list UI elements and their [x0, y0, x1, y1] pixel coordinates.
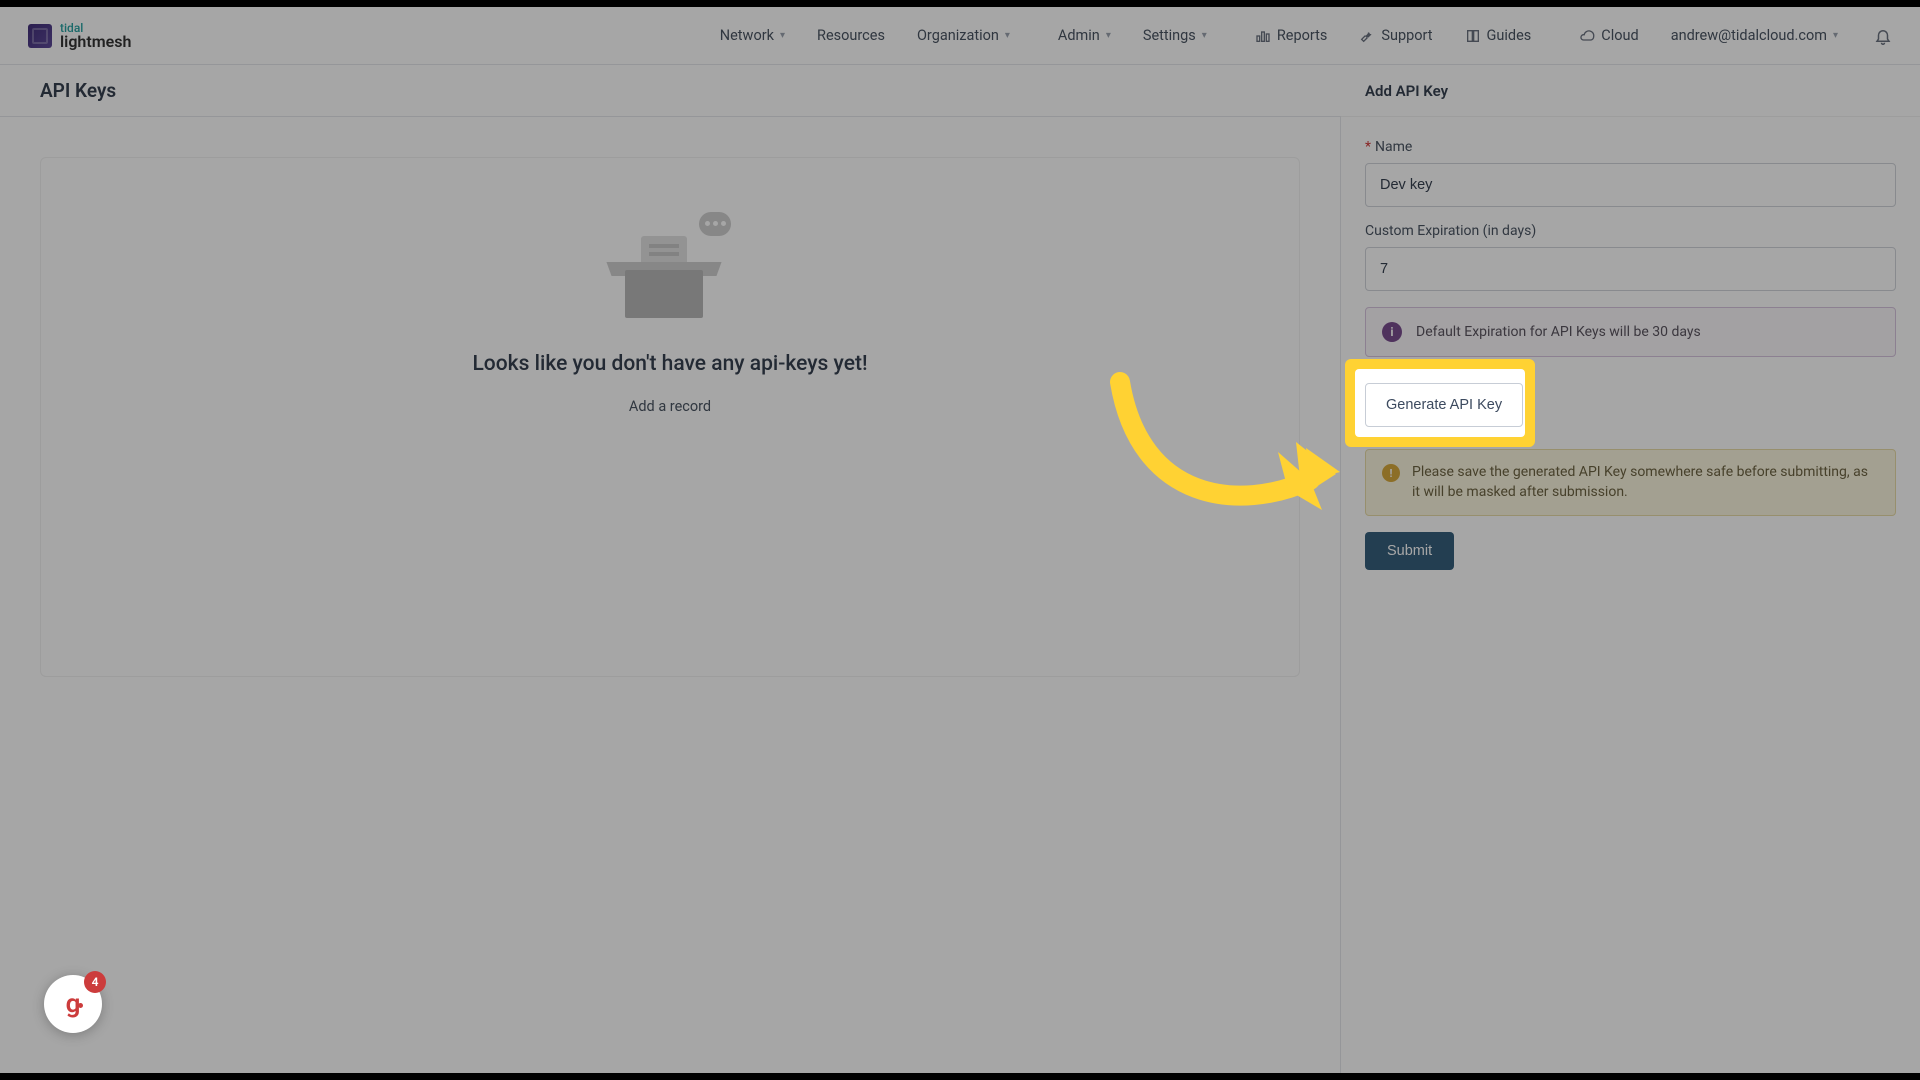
name-field-label: *Name	[1365, 139, 1896, 155]
add-record-link[interactable]: Add a record	[629, 398, 711, 415]
wrench-icon	[1359, 28, 1375, 44]
page-title: API Keys	[40, 79, 116, 102]
book-icon	[1465, 28, 1481, 44]
submit-button[interactable]: Submit	[1365, 532, 1454, 570]
top-navbar: tidal lightmesh Network ▾ Resources Orga…	[0, 7, 1920, 65]
empty-inbox-icon	[615, 218, 725, 318]
expiration-field-label: Custom Expiration (in days)	[1365, 223, 1896, 239]
cloud-icon	[1579, 28, 1595, 44]
nav-reports[interactable]: Reports	[1241, 19, 1342, 52]
empty-state-title: Looks like you don't have any api-keys y…	[472, 352, 867, 376]
nav-resources[interactable]: Resources	[803, 19, 899, 52]
warning-icon: !	[1382, 464, 1400, 482]
add-api-key-panel: Add API Key *Name Custom Expiration (in …	[1340, 117, 1920, 1073]
help-badge: 4	[84, 971, 106, 993]
empty-state-card: Looks like you don't have any api-keys y…	[40, 157, 1300, 677]
chevron-down-icon: ▾	[780, 30, 785, 41]
nav-settings[interactable]: Settings ▾	[1129, 19, 1221, 52]
bar-chart-icon	[1255, 28, 1271, 44]
nav-cloud[interactable]: Cloud	[1565, 19, 1652, 52]
expiration-input[interactable]	[1365, 247, 1896, 291]
panel-title: Add API Key	[1365, 82, 1448, 100]
name-input[interactable]	[1365, 163, 1896, 207]
chevron-down-icon: ▾	[1106, 30, 1111, 41]
save-key-warning: ! Please save the generated API Key some…	[1365, 449, 1896, 516]
primary-nav: Network ▾ Resources Organization ▾ Admin…	[706, 19, 1892, 52]
help-fab[interactable]: g 4	[44, 975, 102, 1033]
main-content: Looks like you don't have any api-keys y…	[0, 117, 1340, 1073]
nav-organization[interactable]: Organization ▾	[903, 19, 1024, 52]
chevron-down-icon: ▾	[1005, 30, 1010, 41]
bell-icon[interactable]	[1874, 27, 1892, 45]
nav-guides[interactable]: Guides	[1451, 19, 1546, 52]
chevron-down-icon: ▾	[1833, 30, 1838, 41]
nav-admin[interactable]: Admin ▾	[1044, 19, 1125, 52]
info-icon: i	[1382, 322, 1402, 342]
nav-user-menu[interactable]: andrew@tidalcloud.com ▾	[1657, 19, 1852, 52]
logo-mark-icon	[28, 24, 52, 48]
default-expiration-info: i Default Expiration for API Keys will b…	[1365, 307, 1896, 357]
brand-line2: lightmesh	[60, 34, 131, 50]
nav-support[interactable]: Support	[1345, 19, 1446, 52]
brand-logo[interactable]: tidal lightmesh	[28, 22, 131, 50]
generate-api-key-button[interactable]: Generate API Key	[1365, 383, 1523, 427]
chevron-down-icon: ▾	[1202, 30, 1207, 41]
nav-network[interactable]: Network ▾	[706, 19, 799, 52]
